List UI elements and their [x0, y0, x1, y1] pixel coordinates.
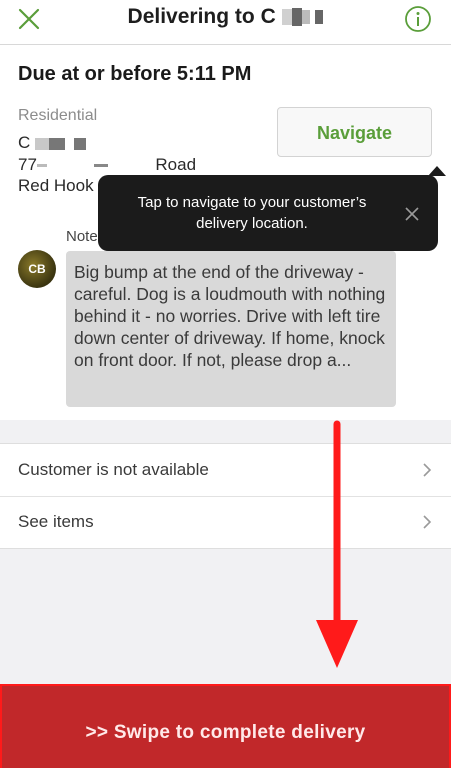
address-line-3: Red Hook — [18, 176, 94, 195]
list-item-customer-not-available[interactable]: Customer is not available — [0, 444, 451, 497]
list-item-label: See items — [18, 512, 94, 531]
chevron-right-icon — [423, 463, 432, 477]
chevron-right-icon — [423, 515, 432, 529]
list-item-see-items[interactable]: See items — [0, 496, 451, 548]
address-line-2-suffix: Road — [155, 155, 197, 174]
tooltip-text: Tap to navigate to your customer’s deliv… — [137, 194, 367, 232]
due-time: Due at or before 5:11 PM — [18, 63, 252, 85]
page-title-text: Delivering to C — [127, 5, 276, 28]
address-line-1: C — [18, 133, 87, 153]
delivery-card: Due at or before 5:11 PM Residential C 7… — [0, 45, 451, 420]
top-bar: Delivering to C — [0, 0, 451, 45]
navigate-tooltip: Tap to navigate to your customer’s deliv… — [98, 166, 446, 251]
tooltip-close-icon[interactable] — [404, 206, 420, 222]
list-item-label: Customer is not available — [18, 460, 209, 479]
navigate-button[interactable]: Navigate — [277, 107, 432, 157]
address-line-2: 77 Road — [18, 155, 196, 175]
address-line-1-text: C — [18, 133, 31, 152]
redacted-name — [276, 5, 324, 28]
avatar: CB — [18, 250, 56, 288]
delivery-note[interactable]: Big bump at the end of the driveway - ca… — [66, 251, 396, 407]
delivery-note-text: Big bump at the end of the driveway - ca… — [74, 262, 386, 370]
action-list: Customer is not available See items — [0, 443, 451, 549]
annotation-arrow-icon — [316, 420, 358, 668]
page-title: Delivering to C — [0, 5, 451, 29]
info-icon[interactable] — [404, 5, 432, 33]
address-line-2-prefix: 77 — [18, 155, 37, 174]
swipe-label: >> Swipe to complete delivery — [85, 722, 366, 743]
swipe-to-complete-slider[interactable]: >> Swipe to complete delivery — [0, 684, 451, 768]
address-type: Residential — [18, 107, 98, 124]
tooltip-arrow — [428, 166, 446, 176]
notes-label: Note — [66, 228, 98, 245]
